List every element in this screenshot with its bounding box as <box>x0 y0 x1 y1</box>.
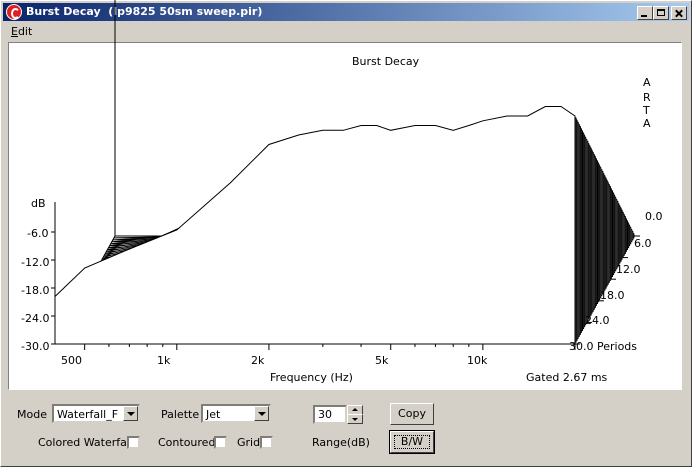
range-spinner[interactable]: 30 <box>313 405 363 424</box>
palette-select-value: Jet <box>206 408 221 421</box>
range-input[interactable]: 30 <box>313 405 347 424</box>
range-db-label: Range(dB) <box>312 436 370 449</box>
copy-button[interactable]: Copy <box>390 403 434 425</box>
chevron-down-icon[interactable] <box>123 406 138 421</box>
y-tick-label: -30.0 <box>21 340 50 353</box>
y-tick-label: -12.0 <box>21 256 50 269</box>
contoured-checkbox[interactable] <box>214 436 227 449</box>
period-tick-label: 18.0 <box>600 289 625 302</box>
x-tick-label: 5k <box>375 354 389 367</box>
mode-select-value: Waterfall_F <box>57 408 119 421</box>
period-tick-label: 24.0 <box>585 314 610 327</box>
waterfall-chart <box>51 0 640 350</box>
period-tick-label: 12.0 <box>616 263 641 276</box>
grid-label: Grid <box>237 436 261 449</box>
period-tick-label: 0.0 <box>645 210 663 223</box>
chart-title: Burst Decay <box>352 55 420 68</box>
y-unit-label: dB <box>31 197 46 210</box>
period-tick-label: 30.0 Periods <box>569 340 638 353</box>
x-tick-label: 10k <box>467 354 488 367</box>
arta-watermark-r: R <box>643 91 651 104</box>
period-tick-label: 6.0 <box>634 237 652 250</box>
x-tick-label: 2k <box>251 354 265 367</box>
chevron-down-icon[interactable] <box>254 406 269 421</box>
grid-checkbox[interactable] <box>260 436 273 449</box>
spin-down-icon[interactable] <box>347 414 363 424</box>
x-axis-label: Frequency (Hz) <box>270 371 353 384</box>
arta-watermark-a1: A <box>643 76 651 89</box>
y-tick-label: -6.0 <box>27 227 49 240</box>
decay-slice <box>54 106 576 345</box>
mode-select[interactable]: Waterfall_F <box>52 404 140 423</box>
y-tick-label: -18.0 <box>21 284 50 297</box>
x-tick-label: 1k <box>157 354 171 367</box>
mode-label: Mode <box>17 408 47 421</box>
colored-waterfall-checkbox[interactable] <box>127 436 140 449</box>
bw-button[interactable]: B/W <box>389 430 435 454</box>
contoured-label: Contoured <box>158 436 216 449</box>
palette-label: Palette <box>161 408 200 421</box>
colored-waterfall-label: Colored Waterfall <box>38 436 133 449</box>
arta-watermark-t: T <box>643 104 650 117</box>
palette-select[interactable]: Jet <box>201 404 271 423</box>
x-tick-label: 500 <box>61 354 82 367</box>
focus-rect <box>394 435 430 449</box>
gated-time-label: Gated 2.67 ms <box>526 371 608 384</box>
arta-watermark-a2: A <box>643 117 651 130</box>
y-tick-label: -24.0 <box>21 312 50 325</box>
